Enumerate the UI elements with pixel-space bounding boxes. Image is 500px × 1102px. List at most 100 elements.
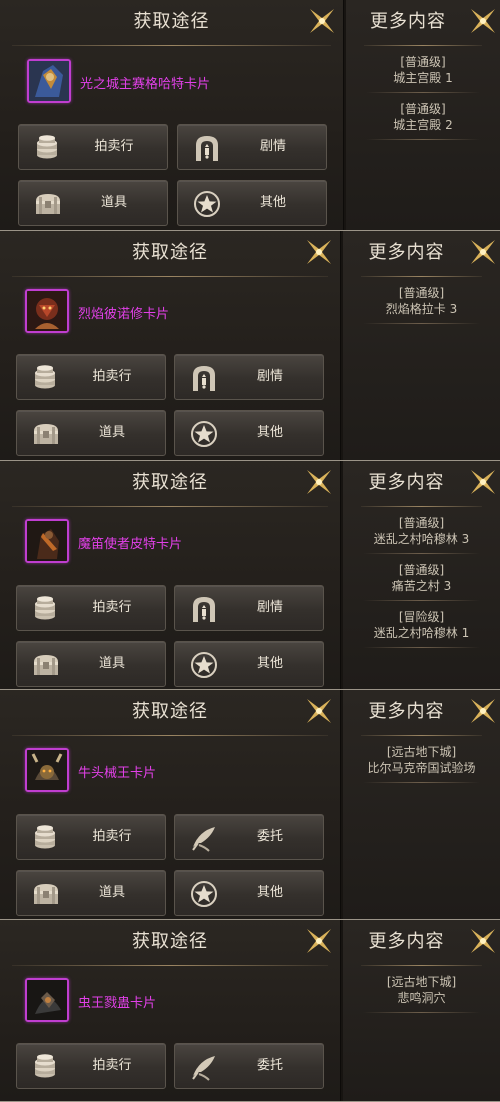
title-divider (12, 276, 328, 277)
title-divider (361, 735, 482, 736)
star-icon (189, 879, 219, 909)
acquire-title: 获取途径 (132, 472, 208, 493)
dungeon-source-item[interactable]: [远古地下城] 比尔马克帝国试验场 (353, 744, 490, 783)
source-divider (366, 139, 480, 140)
close-icon[interactable] (302, 235, 336, 269)
title-divider (12, 735, 328, 736)
story-button[interactable]: 剧情 (174, 354, 324, 400)
auction-button[interactable]: 拍卖行 (16, 585, 166, 631)
source-location: 比尔马克帝国试验场 (367, 761, 476, 775)
source-location: 烈焰格拉卡 3 (385, 302, 458, 316)
button-label: 其他 (256, 656, 283, 671)
star-icon (192, 189, 222, 219)
card-name: 虫王戮蛊卡片 (78, 996, 157, 1011)
close-icon[interactable] (466, 924, 500, 958)
dungeon-source-item[interactable]: [冒险级] 迷乱之村哈穆林 1 (353, 609, 490, 648)
source-difficulty: [普通级] (398, 563, 445, 577)
story-button[interactable]: 剧情 (177, 124, 327, 170)
acquire-title: 获取途径 (133, 11, 210, 32)
item-button[interactable]: 道具 (16, 641, 166, 687)
source-divider (363, 782, 480, 783)
button-label: 道具 (98, 656, 125, 671)
other-button[interactable]: 其他 (174, 641, 324, 687)
other-button[interactable]: 其他 (177, 180, 327, 226)
more-content-pane: 更多内容 [远古地下城] 悲鸣洞穴 (343, 920, 500, 1101)
acquire-pane: 获取途径虫王戮蛊卡片拍卖行 委托 (0, 920, 341, 1101)
more-content-pane: 更多内容 [普通级] 城主宫殿 1 [普通级] 城主宫殿 2 (346, 0, 500, 230)
button-label: 剧情 (256, 600, 283, 615)
dungeon-source-item[interactable]: [普通级] 痛苦之村 3 (353, 562, 490, 601)
gate-icon (189, 363, 219, 393)
story-button[interactable]: 剧情 (174, 585, 324, 631)
card-name: 烈焰彼诺修卡片 (78, 307, 170, 322)
source-difficulty: [普通级] (398, 516, 445, 530)
source-difficulty: [远古地下城] (386, 745, 457, 759)
acquire-pane: 获取途径 魔笛使者皮特卡片 拍卖行 剧情 道具 其他 (0, 461, 341, 689)
card-portrait-icon (25, 978, 69, 1022)
other-button[interactable]: 其他 (174, 410, 324, 456)
commission-button[interactable]: 委托 (174, 1043, 324, 1089)
dungeon-source-item[interactable]: [普通级] 烈焰格拉卡 3 (353, 285, 490, 324)
close-icon[interactable] (466, 465, 500, 499)
button-label: 委托 (256, 829, 283, 844)
close-icon[interactable] (302, 924, 336, 958)
close-icon[interactable] (302, 694, 336, 728)
button-label: 其他 (259, 195, 286, 210)
button-label: 拍卖行 (92, 829, 132, 844)
dungeon-source-item[interactable]: [普通级] 城主宫殿 1 (356, 54, 490, 93)
button-label: 剧情 (256, 369, 283, 384)
acquire-title: 获取途径 (132, 242, 208, 263)
item-button[interactable]: 道具 (18, 180, 168, 226)
close-icon[interactable] (305, 4, 339, 38)
source-difficulty: [普通级] (398, 286, 445, 300)
auction-button[interactable]: 拍卖行 (16, 814, 166, 860)
coin-stack-icon (31, 363, 61, 393)
close-icon[interactable] (466, 694, 500, 728)
star-icon (189, 650, 219, 680)
source-divider (366, 92, 480, 93)
card-portrait-icon (25, 519, 69, 563)
dungeon-source-item[interactable]: [远古地下城] 悲鸣洞穴 (353, 974, 490, 1013)
source-location: 悲鸣洞穴 (397, 991, 446, 1005)
coin-stack-icon (31, 823, 61, 853)
dungeon-source-item[interactable]: [普通级] 迷乱之村哈穆林 3 (353, 515, 490, 554)
more-content-title: 更多内容 (368, 701, 445, 722)
button-label: 委托 (256, 1058, 283, 1073)
acquire-pane: 获取途径烈焰彼诺修卡片拍卖行 剧情道具 其他 (0, 231, 341, 460)
button-label: 道具 (100, 195, 127, 210)
button-label: 道具 (98, 425, 125, 440)
title-divider (12, 45, 331, 46)
gate-icon (189, 594, 219, 624)
card-portrait-icon (25, 748, 69, 792)
item-button[interactable]: 道具 (16, 870, 166, 916)
auction-button[interactable]: 拍卖行 (16, 354, 166, 400)
source-difficulty: [普通级] (400, 102, 446, 116)
commission-button[interactable]: 委托 (174, 814, 324, 860)
more-content-title: 更多内容 (368, 472, 445, 493)
item-button[interactable]: 道具 (16, 410, 166, 456)
card-name: 光之城主赛格哈特卡片 (80, 77, 211, 92)
close-icon[interactable] (302, 465, 336, 499)
source-panel: 获取途径烈焰彼诺修卡片拍卖行 剧情道具 其他 更多内容 [普通级] 烈焰格拉卡 3 (0, 231, 500, 461)
card-portrait-icon (27, 59, 71, 103)
title-divider (361, 276, 482, 277)
button-label: 道具 (98, 885, 125, 900)
source-panel: 获取途径 虫王戮蛊卡片 拍卖行 委托 更多内容 [远古地下城] 悲鸣洞穴 (0, 920, 500, 1102)
quill-icon (189, 823, 219, 853)
auction-button[interactable]: 拍卖行 (18, 124, 168, 170)
title-divider (364, 45, 482, 46)
other-button[interactable]: 其他 (174, 870, 324, 916)
star-icon (189, 419, 219, 449)
chest-icon (33, 189, 63, 219)
acquire-title: 获取途径 (132, 931, 208, 952)
more-content-title: 更多内容 (368, 242, 445, 263)
close-icon[interactable] (466, 235, 500, 269)
close-icon[interactable] (466, 4, 500, 38)
button-label: 剧情 (259, 139, 286, 154)
button-label: 其他 (256, 885, 283, 900)
dungeon-source-item[interactable]: [普通级] 城主宫殿 2 (356, 101, 490, 140)
more-content-pane: 更多内容 [普通级] 迷乱之村哈穆林 3 [普通级] 痛苦之村 3 [冒险级] 迷乱之村哈穆… (343, 461, 500, 689)
chest-icon (31, 879, 61, 909)
source-difficulty: [远古地下城] (386, 975, 457, 989)
auction-button[interactable]: 拍卖行 (16, 1043, 166, 1089)
